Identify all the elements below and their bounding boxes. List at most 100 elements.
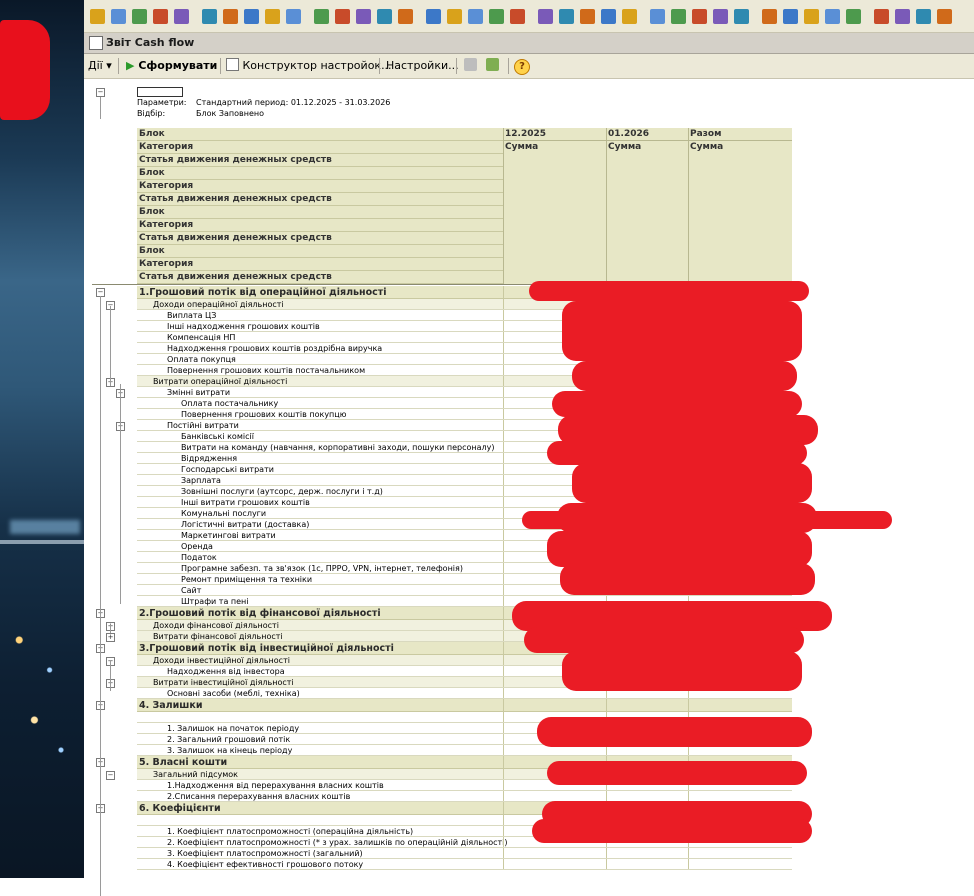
toolbar-button-icon[interactable] xyxy=(447,9,462,24)
row-label: Надходження від інвестора xyxy=(167,667,285,676)
row-label: Інші надходження грошових коштів xyxy=(167,322,320,331)
actions-menu[interactable]: Дії ▾ xyxy=(88,58,112,74)
settings-constructor-button[interactable]: Конструктор настройок... xyxy=(226,58,392,74)
value-cell xyxy=(503,365,504,375)
row-label: 1.Грошовий потік від операційної діяльно… xyxy=(139,287,387,298)
row-label: 1. Залишок на початок періоду xyxy=(167,724,300,733)
toolbar-button-icon[interactable] xyxy=(153,9,168,24)
column-subheader: Сумма xyxy=(690,142,724,152)
row-label: Компенсація НП xyxy=(167,333,236,342)
tree-line xyxy=(110,625,111,633)
toolbar-button-icon[interactable] xyxy=(510,9,525,24)
collapse-icon[interactable]: − xyxy=(106,771,115,780)
value-cell xyxy=(503,563,504,573)
toolbar-button-icon[interactable] xyxy=(468,9,483,24)
toolbar-button-icon[interactable] xyxy=(580,9,595,24)
settings-button[interactable]: Настройки... xyxy=(386,58,459,74)
generate-button[interactable]: ▶ Сформувати xyxy=(126,58,217,74)
params-value: Стандартний период: 01.12.2025 - 31.03.2… xyxy=(196,98,391,107)
redaction-mark xyxy=(524,627,804,653)
row-label: 2. Загальний грошовий потік xyxy=(167,735,291,744)
toolbar-button-icon[interactable] xyxy=(489,9,504,24)
redaction-mark xyxy=(547,531,812,567)
toolbar-button-icon[interactable] xyxy=(783,9,798,24)
toolbar-button-icon[interactable] xyxy=(314,9,329,24)
collapse-all-icon[interactable]: − xyxy=(96,88,105,97)
row-label: Оренда xyxy=(181,542,213,551)
toolbar-button-icon[interactable] xyxy=(825,9,840,24)
toolbar-button-icon[interactable] xyxy=(377,9,392,24)
row-label: Комунальні послуги xyxy=(181,509,267,518)
toolbar-button-icon[interactable] xyxy=(174,9,189,24)
toolbar-button-icon[interactable] xyxy=(538,9,553,24)
toolbar-button-icon[interactable] xyxy=(559,9,574,24)
value-cell xyxy=(503,723,504,733)
toolbar-button-icon[interactable] xyxy=(895,9,910,24)
disabled-icon[interactable] xyxy=(464,58,477,74)
toolbar-button-icon[interactable] xyxy=(335,9,350,24)
toolbar-button-icon[interactable] xyxy=(846,9,861,24)
value-cell xyxy=(503,607,504,619)
toolbar-button-icon[interactable] xyxy=(650,9,665,24)
value-cell xyxy=(503,826,504,836)
toolbar-button-icon[interactable] xyxy=(244,9,259,24)
tree-line xyxy=(110,306,111,386)
toolbar-button-icon[interactable] xyxy=(734,9,749,24)
toolbar-button-icon[interactable] xyxy=(398,9,413,24)
value-cell xyxy=(503,354,504,364)
app-window: Звіт Cash flow Дії ▾ ▶ Сформувати Констр… xyxy=(84,0,974,896)
row-label: 3. Коефіцієнт платоспроможності (загальн… xyxy=(167,849,363,858)
row-label: 1.Надходження від перерахування власних … xyxy=(167,781,384,790)
toolbar-button-icon[interactable] xyxy=(713,9,728,24)
redaction-mark xyxy=(522,511,892,529)
value-cell xyxy=(503,677,504,687)
value-cell xyxy=(503,486,504,496)
toolbar-button-icon[interactable] xyxy=(356,9,371,24)
row-label: Доходи операційної діяльності xyxy=(153,300,284,309)
row-label: Податок xyxy=(181,553,217,562)
table-row[interactable]: 3. Коефіцієнт платоспроможності (загальн… xyxy=(137,848,792,859)
report-icon xyxy=(89,36,103,50)
toolbar-button-icon[interactable] xyxy=(601,9,616,24)
expand-icon[interactable]: + xyxy=(106,633,115,642)
value-cell xyxy=(503,286,504,298)
toolbar-button-icon[interactable] xyxy=(111,9,126,24)
table-row[interactable]: 4. Коефіцієнт ефективності грошового пот… xyxy=(137,859,792,870)
toolbar-button-icon[interactable] xyxy=(90,9,105,24)
redaction-mark xyxy=(532,819,812,843)
redaction-mark xyxy=(547,441,807,465)
value-cell xyxy=(503,321,504,331)
header-row-label: Статья движения денежных средств xyxy=(137,193,503,206)
header-row-label: Категория xyxy=(137,180,503,193)
toolbar-button-icon[interactable] xyxy=(265,9,280,24)
toolbar-button-icon[interactable] xyxy=(874,9,889,24)
group-row[interactable]: 4. Залишки xyxy=(137,699,792,712)
value-cell xyxy=(503,791,504,801)
column-subheader: Сумма xyxy=(505,142,539,152)
value-cell xyxy=(503,530,504,540)
redaction-mark xyxy=(529,281,809,301)
help-button[interactable]: ? xyxy=(514,58,530,75)
toolbar-button-icon[interactable] xyxy=(671,9,686,24)
toolbar-button-icon[interactable] xyxy=(622,9,637,24)
toolbar-button-icon[interactable] xyxy=(286,9,301,24)
toolbar-button-icon[interactable] xyxy=(916,9,931,24)
row-label: Основні засоби (меблі, техніка) xyxy=(167,689,300,698)
toolbar-button-icon[interactable] xyxy=(937,9,952,24)
row-label: 2.Грошовий потік від фінансової діяльнос… xyxy=(139,608,381,619)
toolbar-button-icon[interactable] xyxy=(426,9,441,24)
toolbar-button-icon[interactable] xyxy=(762,9,777,24)
row-label: Повернення грошових коштів покупцю xyxy=(181,410,347,419)
toolbar-button-icon[interactable] xyxy=(804,9,819,24)
row-label: Виплата ЦЗ xyxy=(167,311,217,320)
value-cell xyxy=(503,519,504,529)
main-toolbar xyxy=(84,0,974,33)
row-label: 2. Коефіцієнт платоспроможності (* з ура… xyxy=(167,838,508,847)
toolbar-button-icon[interactable] xyxy=(692,9,707,24)
restore-settings-button[interactable] xyxy=(486,58,499,74)
toolbar-button-icon[interactable] xyxy=(223,9,238,24)
toolbar-button-icon[interactable] xyxy=(132,9,147,24)
restore-settings-icon xyxy=(486,58,499,71)
row-label: 5. Власні кошти xyxy=(139,757,228,768)
toolbar-button-icon[interactable] xyxy=(202,9,217,24)
